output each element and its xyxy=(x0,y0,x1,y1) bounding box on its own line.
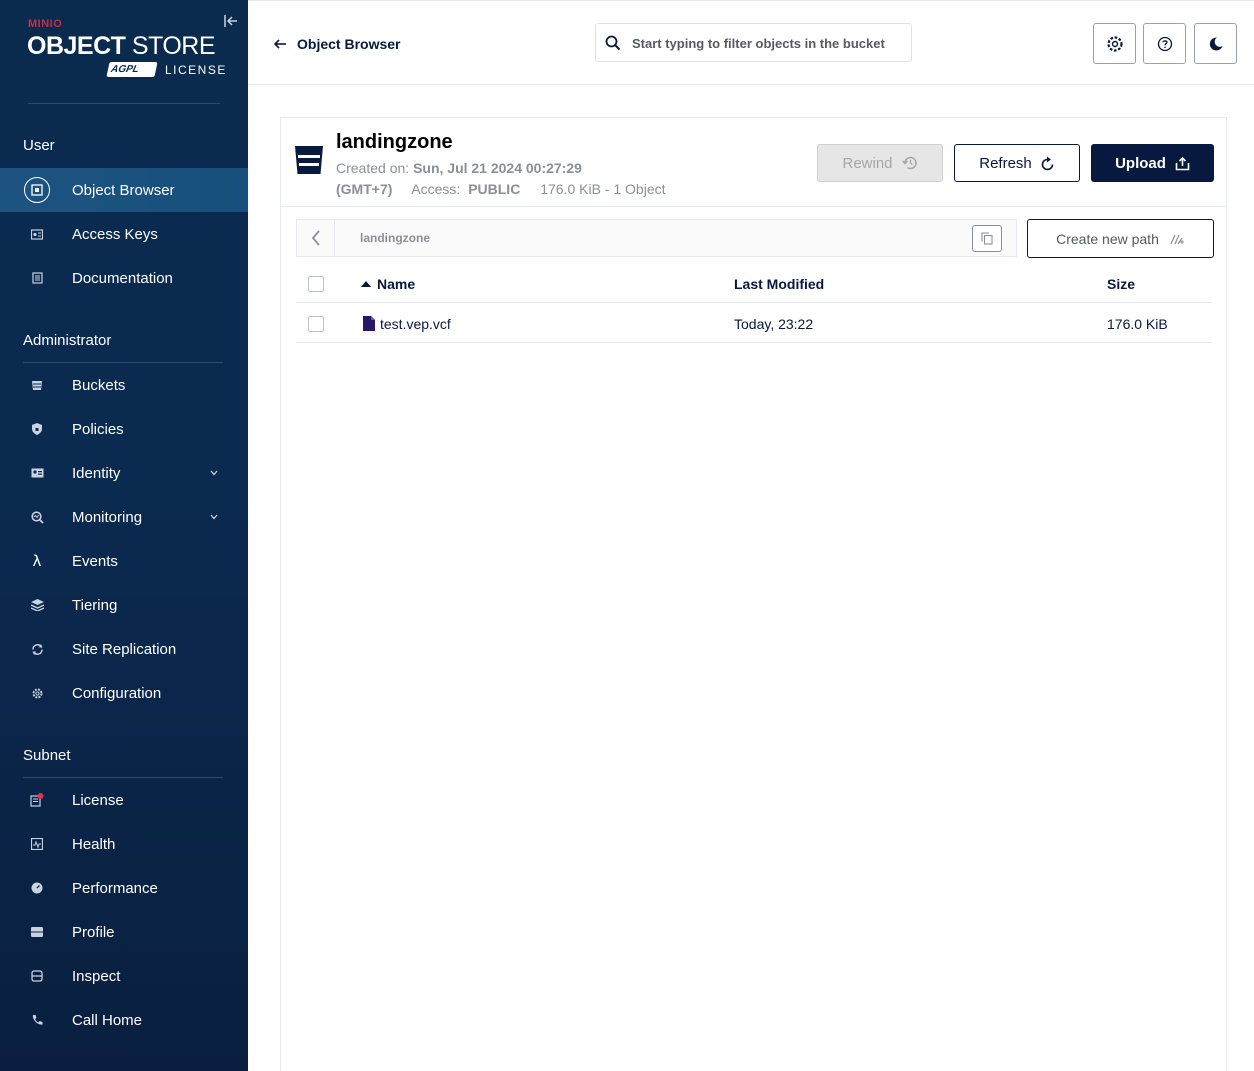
help-icon xyxy=(1157,36,1172,51)
sidebar-item-call-home[interactable]: Call Home xyxy=(0,998,248,1042)
gear-icon xyxy=(1106,35,1123,52)
sidebar-item-configuration[interactable]: Configuration xyxy=(0,671,248,715)
search-box[interactable] xyxy=(595,23,912,62)
buckets-icon xyxy=(24,372,50,398)
table-row[interactable]: test.vep.vcf Today, 23:22 176.0 KiB xyxy=(296,304,1212,343)
top-header: Object Browser xyxy=(248,0,1254,85)
sort-ascending-icon xyxy=(361,281,371,287)
access-value: PUBLIC xyxy=(468,181,521,197)
section-title-user: User xyxy=(23,137,55,154)
upload-button[interactable]: Upload xyxy=(1091,144,1214,182)
sidebar-item-inspect[interactable]: Inspect xyxy=(0,954,248,998)
rewind-icon xyxy=(901,156,917,170)
chevron-down-icon[interactable] xyxy=(208,467,220,479)
monitoring-icon xyxy=(24,504,50,530)
brand-logo[interactable]: MINIO OBJECT STORE AGPL LICENSE xyxy=(27,18,228,80)
bucket-usage: 176.0 KiB - 1 Object xyxy=(540,181,666,197)
sidebar-item-profile[interactable]: Profile xyxy=(0,910,248,954)
breadcrumb-path[interactable]: landingzone xyxy=(360,231,430,245)
file-last-modified: Today, 23:22 xyxy=(734,316,814,332)
access-keys-icon xyxy=(24,221,50,247)
create-new-path-button[interactable]: Create new path xyxy=(1027,219,1214,258)
sidebar-item-performance[interactable]: Performance xyxy=(0,866,248,910)
tiering-icon xyxy=(24,592,50,618)
access-label: Access: xyxy=(411,181,461,197)
chevron-down-icon[interactable] xyxy=(208,511,220,523)
object-browser-icon xyxy=(24,177,50,203)
settings-button[interactable] xyxy=(1093,23,1136,64)
sidebar-item-site-replication[interactable]: Site Replication xyxy=(0,627,248,671)
rewind-button[interactable]: Rewind xyxy=(817,144,943,182)
moon-icon xyxy=(1209,36,1222,50)
column-header-last-modified[interactable]: Last Modified xyxy=(734,276,824,292)
bucket-panel: landingzone Created on: Sun, Jul 21 2024… xyxy=(280,117,1227,1071)
section-title-administrator: Administrator xyxy=(23,332,112,349)
sidebar: MINIO OBJECT STORE AGPL LICENSE User Obj… xyxy=(0,0,248,1071)
replication-icon xyxy=(24,636,50,662)
table-header: Name Last Modified Size xyxy=(296,267,1212,303)
agpl-badge: AGPL xyxy=(106,62,158,77)
sidebar-item-monitoring[interactable]: Monitoring xyxy=(0,495,248,539)
file-name: test.vep.vcf xyxy=(380,316,451,332)
sidebar-item-events[interactable]: λ Events xyxy=(0,539,248,583)
chevron-left-icon xyxy=(311,230,320,246)
back-to-object-browser[interactable]: Object Browser xyxy=(274,36,400,52)
sidebar-item-identity[interactable]: Identity xyxy=(0,451,248,495)
health-icon xyxy=(24,831,50,857)
copy-icon xyxy=(981,232,993,245)
inspect-icon xyxy=(24,963,50,989)
lambda-icon: λ xyxy=(32,552,42,570)
brand-product: OBJECT STORE xyxy=(27,32,216,60)
sidebar-item-policies[interactable]: Policies xyxy=(0,407,248,451)
refresh-icon xyxy=(1041,156,1054,170)
sidebar-item-buckets[interactable]: Buckets xyxy=(0,363,248,407)
call-home-icon xyxy=(24,1007,50,1033)
column-header-size[interactable]: Size xyxy=(1107,276,1135,292)
identity-icon xyxy=(24,460,50,486)
profile-icon xyxy=(24,919,50,945)
column-header-name[interactable]: Name xyxy=(361,276,415,292)
help-button[interactable] xyxy=(1143,23,1186,64)
documentation-icon xyxy=(24,265,50,291)
search-icon xyxy=(605,35,621,51)
bucket-header: landingzone Created on: Sun, Jul 21 2024… xyxy=(281,118,1226,207)
file-size: 176.0 KiB xyxy=(1107,316,1168,332)
refresh-button[interactable]: Refresh xyxy=(954,144,1080,182)
sidebar-item-tiering[interactable]: Tiering xyxy=(0,583,248,627)
license-icon xyxy=(24,787,50,813)
gear-icon xyxy=(24,680,50,706)
new-path-icon xyxy=(1170,234,1184,244)
row-checkbox[interactable] xyxy=(308,316,324,332)
sidebar-item-access-keys[interactable]: Access Keys xyxy=(0,212,248,256)
sidebar-item-object-browser[interactable]: Object Browser xyxy=(0,168,248,212)
arrow-left-icon xyxy=(274,39,286,49)
theme-toggle-button[interactable] xyxy=(1194,23,1237,64)
section-title-subnet: Subnet xyxy=(23,747,71,764)
select-all-checkbox[interactable] xyxy=(308,276,324,292)
breadcrumb: landingzone xyxy=(296,219,1017,257)
sidebar-item-license[interactable]: License xyxy=(0,778,248,822)
bucket-timezone: (GMT+7) xyxy=(336,181,393,197)
bucket-meta: (GMT+7) Access: PUBLIC 176.0 KiB - 1 Obj… xyxy=(336,181,666,197)
bucket-icon xyxy=(295,146,323,174)
file-icon xyxy=(363,316,375,331)
brand-vendor: MINIO xyxy=(28,18,63,30)
copy-path-button[interactable] xyxy=(972,225,1002,252)
search-input[interactable] xyxy=(632,32,902,54)
sidebar-item-health[interactable]: Health xyxy=(0,822,248,866)
sidebar-item-documentation[interactable]: Documentation xyxy=(0,256,248,300)
policies-icon xyxy=(24,416,50,442)
path-back-button[interactable] xyxy=(297,220,335,256)
bucket-created: Created on: Sun, Jul 21 2024 00:27:29 xyxy=(336,160,582,176)
license-label: LICENSE xyxy=(165,63,227,77)
bucket-name: landingzone xyxy=(336,131,453,153)
back-label: Object Browser xyxy=(297,36,401,52)
performance-icon xyxy=(24,875,50,901)
upload-icon xyxy=(1175,156,1190,170)
divider xyxy=(28,103,220,104)
